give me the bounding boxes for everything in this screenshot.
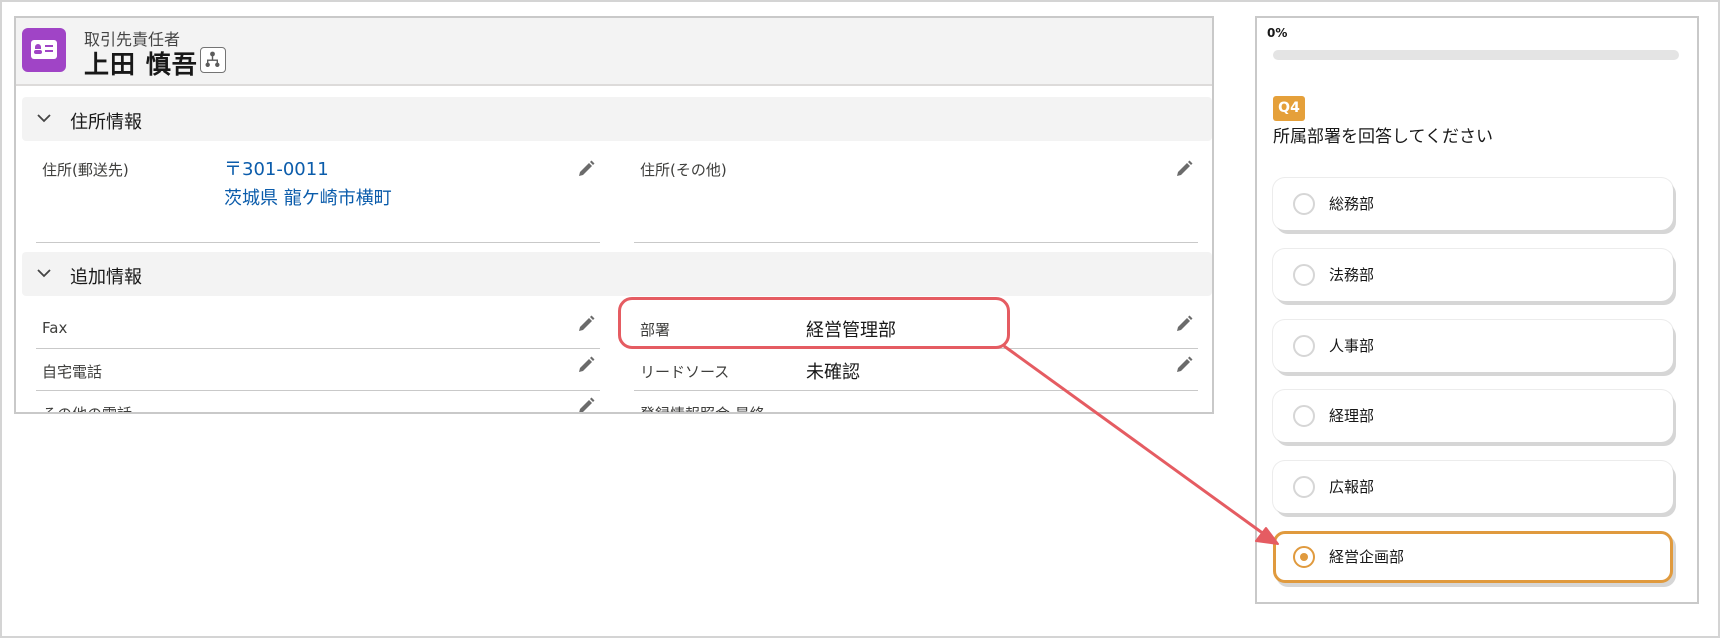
field-label: リードソース [640,363,730,381]
record-header: 取引先責任者 上田 慎吾 [16,18,1212,86]
field-label: 自宅電話 [42,363,103,381]
chevron-down-icon [37,114,51,123]
option-label: 法務部 [1329,266,1375,284]
edit-pencil-icon[interactable] [576,159,596,179]
edit-pencil-icon[interactable] [1174,355,1194,375]
survey-panel: 0% Q4 所属部署を回答してください 総務部 法務部 人事部 経理部 広報部 … [1255,16,1699,604]
edit-pencil-icon[interactable] [1174,314,1194,334]
hierarchy-icon [205,51,220,67]
field-label: 登録情報照会 最終 [640,405,765,414]
option-label: 総務部 [1329,195,1375,213]
option-label: 広報部 [1329,478,1375,496]
other-address-field: 住所(その他) [634,143,1198,243]
radio-button[interactable] [1293,405,1315,427]
question-text: 所属部署を回答してください [1273,127,1493,147]
hierarchy-button[interactable] [200,47,226,73]
mailing-address-line2-link[interactable]: 茨城県 龍ケ崎市横町 [224,184,392,210]
department-highlight-callout [618,297,1010,349]
radio-button-selected[interactable] [1293,546,1315,568]
section-additional-header[interactable]: 追加情報 [22,252,1212,296]
record-name: 上田 慎吾 [84,50,198,79]
option-jinji[interactable]: 人事部 [1273,320,1673,372]
field-label: 住所(郵送先) [42,161,129,179]
radio-button[interactable] [1293,193,1315,215]
option-label: 経営企画部 [1329,548,1405,566]
radio-button[interactable] [1293,264,1315,286]
home-phone-field: 自宅電話 [36,350,600,391]
field-label: 住所(その他) [640,161,727,179]
option-kouhou[interactable]: 広報部 [1273,461,1673,513]
radio-button[interactable] [1293,476,1315,498]
lead-source-value: 未確認 [806,362,860,383]
option-soumu[interactable]: 総務部 [1273,178,1673,230]
contact-card-icon [22,28,66,72]
option-label: 経理部 [1329,407,1375,425]
section-title: 追加情報 [70,267,142,288]
question-number-badge: Q4 [1273,96,1305,121]
fax-field: Fax [36,308,600,349]
section-address-header[interactable]: 住所情報 [22,97,1212,141]
radio-button[interactable] [1293,335,1315,357]
edit-pencil-icon[interactable] [1174,159,1194,179]
mailing-address-line1-link[interactable]: 〒301-0011 [224,155,329,181]
progress-percent: 0% [1267,26,1288,40]
mailing-address-field: 住所(郵送先) 〒301-0011 茨城県 龍ケ崎市横町 [36,143,600,243]
option-houmu[interactable]: 法務部 [1273,249,1673,301]
contact-record-panel: 取引先責任者 上田 慎吾 住所情報 住所(郵送先) 〒301-0011 茨城県 … [14,16,1214,414]
registration-field: 登録情報照会 最終 [634,392,1198,414]
option-label: 人事部 [1329,337,1375,355]
option-keiri[interactable]: 経理部 [1273,390,1673,442]
section-title: 住所情報 [70,112,142,133]
edit-pencil-icon[interactable] [576,396,596,414]
field-label: Fax [42,319,68,337]
field-label: その他の電話 [42,405,133,414]
lead-source-field: リードソース 未確認 [634,350,1198,391]
edit-pencil-icon[interactable] [576,355,596,375]
other-phone-field: その他の電話 [36,392,600,414]
progress-bar [1273,50,1679,60]
edit-pencil-icon[interactable] [576,314,596,334]
chevron-down-icon [37,269,51,278]
option-keiei-kikaku[interactable]: 経営企画部 [1273,531,1673,583]
